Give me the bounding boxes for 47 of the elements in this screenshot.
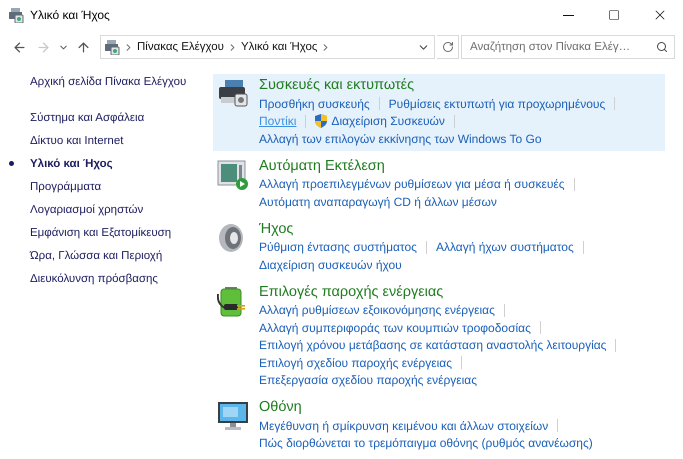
sidebar-item[interactable]: Δίκτυο και Internet — [7, 129, 124, 152]
printer-icon — [104, 39, 120, 55]
task-link[interactable]: Αλλαγή των επιλογών εκκίνησης των Windows To Go — [259, 132, 542, 146]
task-link[interactable]: Αλλαγή ήχων συστήματος — [436, 240, 574, 254]
sidebar-item[interactable]: Σύστημα και Ασφάλεια — [7, 106, 144, 129]
autoplay-icon — [217, 160, 249, 190]
speaker-icon — [217, 222, 245, 252]
sidebar-item[interactable]: Λογαριασμοί χρηστών — [7, 198, 144, 221]
search-field[interactable]: Αναζήτηση στον Πίνακα Ελέγ… — [461, 35, 675, 59]
search-icon — [656, 41, 668, 53]
printer-icon — [8, 7, 24, 23]
breadcrumb[interactable]: Υλικό και Ήχος — [240, 41, 318, 53]
category-title[interactable]: Αυτόματη Εκτέλεση — [259, 156, 385, 176]
window-title: Υλικό και Ήχος — [30, 8, 111, 22]
breadcrumb[interactable]: Πίνακας Ελέγχου — [137, 41, 224, 53]
sidebar-item[interactable]: Εμφάνιση και Εξατομίκευση — [7, 221, 172, 244]
task-link[interactable]: Προσθήκη συσκευής — [259, 96, 370, 111]
printer-icon — [217, 79, 249, 107]
task-link[interactable]: Αυτόματη αναπαραγωγή CD ή άλλων μέσων — [259, 194, 497, 209]
category-title[interactable]: Οθόνη — [259, 398, 302, 417]
sidebar-item[interactable]: Ώρα, Γλώσσα και Περιοχή — [7, 244, 162, 267]
task-link[interactable]: Επιλογή χρόνου μετάβασης σε κατάσταση αναστολής λειτουργίας — [259, 338, 606, 352]
task-link[interactable]: Επεξεργασία σχεδίου παροχής ενέργειας — [259, 373, 478, 388]
sidebar-item[interactable]: Διευκόλυνση πρόσβασης — [7, 267, 158, 290]
task-link[interactable]: Μεγέθυνση ή σμίκρυνση κειμένου και άλλων στοιχείων — [259, 418, 548, 433]
task-link[interactable]: Αλλαγή προεπιλεγμένων ρυθμίσεων για μέσα ή συσκευές — [259, 177, 565, 192]
minimize-icon — [562, 14, 574, 16]
address-bar[interactable]: Πίνακας Ελέγχου Υλικό και Ήχος — [100, 35, 435, 59]
refresh-icon — [442, 41, 454, 53]
sidebar-item[interactable]: Υλικό και Ήχος — [7, 152, 113, 175]
maximize-icon — [608, 9, 620, 21]
category-title[interactable]: Συσκευές και εκτυπωτές — [259, 76, 414, 95]
monitor-icon — [217, 401, 249, 431]
sidebar-item[interactable]: Προγράμματα — [7, 175, 102, 198]
forward-arrow-icon — [36, 40, 50, 54]
task-link[interactable]: Αλλαγή συμπεριφοράς των κουμπιών τροφοδοσίας — [259, 320, 531, 335]
refresh-button[interactable] — [437, 35, 459, 59]
task-link[interactable]: Διαχείριση Συσκευών — [331, 114, 445, 128]
category-title[interactable]: Επιλογές παροχής ενέργειας — [259, 282, 444, 302]
task-link[interactable]: Αλλαγή ρυθμίσεων εξοικονόμησης ενέργειας — [259, 303, 495, 318]
task-link[interactable]: Ρύθμιση έντασης συστήματος — [259, 240, 417, 254]
task-link[interactable]: Διαχείριση συσκευών ήχου — [259, 258, 402, 272]
task-link[interactable]: Πώς διορθώνεται το τρεμόπαιγμα οθόνης (ρυθμός ανανέωσης) — [259, 436, 593, 450]
sidebar-link[interactable]: Αρχική σελίδα Πίνακα Ελέγχου — [30, 74, 213, 90]
category-title[interactable]: Ήχος — [259, 220, 294, 238]
task-link[interactable]: Επιλογή σχεδίου παροχής ενέργειας — [259, 356, 452, 370]
task-link[interactable]: Ρυθμίσεις εκτυπωτή για προχωρημένους — [388, 96, 606, 111]
